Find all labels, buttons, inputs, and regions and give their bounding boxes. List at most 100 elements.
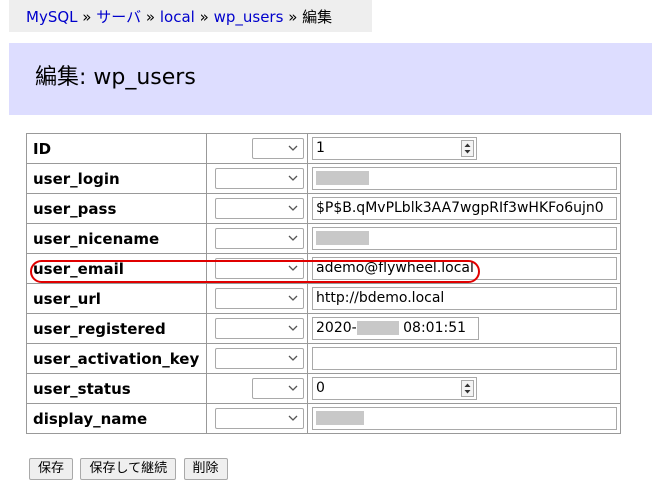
user-activation-key-input[interactable] bbox=[312, 347, 617, 370]
field-row-user-activation-key: user_activation_key bbox=[26, 343, 621, 374]
function-select[interactable] bbox=[215, 228, 304, 249]
chevron-down-icon bbox=[288, 415, 298, 421]
field-value-prefix: 2020- bbox=[316, 320, 357, 336]
function-cell bbox=[206, 343, 308, 374]
function-cell bbox=[206, 253, 308, 284]
field-label: user_email bbox=[26, 253, 207, 284]
user-pass-input[interactable]: $P$B.qMvPLblk3AA7wgpRIf3wHKFo6ujn0 bbox=[312, 197, 617, 220]
page-header: 編集: wp_users bbox=[9, 43, 652, 115]
field-value-suffix: 08:01:51 bbox=[403, 320, 467, 336]
field-row-user-status: user_status 0 bbox=[26, 373, 621, 404]
field-value: 1 bbox=[316, 140, 325, 156]
value-cell: ademo@flywheel.local bbox=[307, 253, 621, 284]
value-cell bbox=[307, 163, 621, 194]
value-cell: 1 bbox=[307, 133, 621, 164]
function-cell bbox=[206, 193, 308, 224]
field-value: ademo@flywheel.local bbox=[316, 260, 474, 276]
field-label: user_activation_key bbox=[26, 343, 207, 374]
field-label: user_pass bbox=[26, 193, 207, 224]
user-login-input[interactable] bbox=[312, 167, 617, 190]
edit-form-table: ID 1 user_login user_pass $P$B.qMvPLblk3AA7w… bbox=[26, 133, 621, 434]
function-select[interactable] bbox=[215, 408, 304, 429]
breadcrumb-separator: » bbox=[199, 8, 209, 26]
function-select[interactable] bbox=[215, 348, 304, 369]
breadcrumb-table[interactable]: wp_users bbox=[214, 8, 284, 26]
breadcrumb-database[interactable]: local bbox=[160, 8, 195, 26]
user-status-input[interactable]: 0 bbox=[312, 377, 477, 400]
form-buttons: 保存 保存して継続 削除 bbox=[29, 458, 231, 480]
user-registered-input[interactable]: 2020- 08:01:51 bbox=[312, 317, 479, 340]
function-select[interactable] bbox=[215, 198, 304, 219]
field-label: user_registered bbox=[26, 313, 207, 344]
value-cell bbox=[307, 403, 621, 434]
field-row-user-pass: user_pass $P$B.qMvPLblk3AA7wgpRIf3wHKFo6u… bbox=[26, 193, 621, 224]
chevron-down-icon bbox=[288, 205, 298, 211]
field-label: display_name bbox=[26, 403, 207, 434]
field-row-user-login: user_login bbox=[26, 163, 621, 194]
function-select[interactable] bbox=[252, 138, 304, 159]
chevron-down-icon bbox=[288, 295, 298, 301]
field-value: http://bdemo.local bbox=[316, 290, 445, 306]
function-select[interactable] bbox=[215, 258, 304, 279]
breadcrumb: MySQL » サーバ » local » wp_users » 編集 bbox=[9, 0, 372, 32]
function-cell bbox=[206, 313, 308, 344]
redacted-block bbox=[316, 171, 369, 185]
function-cell bbox=[206, 133, 308, 164]
value-cell: 0 bbox=[307, 373, 621, 404]
field-row-user-nicename: user_nicename bbox=[26, 223, 621, 254]
field-row-user-url: user_url http://bdemo.local bbox=[26, 283, 621, 314]
user-nicename-input[interactable] bbox=[312, 227, 617, 250]
chevron-down-icon bbox=[288, 325, 298, 331]
chevron-down-icon bbox=[288, 175, 298, 181]
value-cell: http://bdemo.local bbox=[307, 283, 621, 314]
breadcrumb-mysql[interactable]: MySQL bbox=[26, 8, 78, 26]
field-label: user_url bbox=[26, 283, 207, 314]
field-row-user-registered: user_registered 2020- 08:01:51 bbox=[26, 313, 621, 344]
chevron-down-icon bbox=[288, 145, 298, 151]
function-cell bbox=[206, 283, 308, 314]
function-cell bbox=[206, 403, 308, 434]
breadcrumb-separator: » bbox=[82, 8, 92, 26]
breadcrumb-separator: » bbox=[288, 8, 298, 26]
user-url-input[interactable]: http://bdemo.local bbox=[312, 287, 617, 310]
breadcrumb-current: 編集 bbox=[302, 8, 333, 26]
field-value: 0 bbox=[316, 380, 325, 396]
chevron-down-icon bbox=[288, 265, 298, 271]
field-label: user_login bbox=[26, 163, 207, 194]
number-spinner[interactable] bbox=[461, 380, 474, 397]
delete-button[interactable]: 削除 bbox=[183, 458, 228, 480]
value-cell: $P$B.qMvPLblk3AA7wgpRIf3wHKFo6ujn0 bbox=[307, 193, 621, 224]
redacted-block bbox=[356, 321, 399, 335]
field-label: user_nicename bbox=[26, 223, 207, 254]
ID-input[interactable]: 1 bbox=[312, 137, 477, 160]
user-email-input[interactable]: ademo@flywheel.local bbox=[312, 257, 617, 280]
save-continue-button[interactable]: 保存して継続 bbox=[80, 458, 177, 480]
chevron-down-icon bbox=[288, 235, 298, 241]
function-cell bbox=[206, 163, 308, 194]
field-value: $P$B.qMvPLblk3AA7wgpRIf3wHKFo6ujn0 bbox=[316, 200, 604, 216]
number-spinner[interactable] bbox=[461, 140, 474, 157]
function-select[interactable] bbox=[215, 288, 304, 309]
field-label: user_status bbox=[26, 373, 207, 404]
chevron-down-icon bbox=[288, 385, 298, 391]
value-cell: 2020- 08:01:51 bbox=[307, 313, 621, 344]
breadcrumb-server[interactable]: サーバ bbox=[96, 8, 141, 26]
function-select[interactable] bbox=[215, 168, 304, 189]
page-title: 編集: wp_users bbox=[35, 65, 196, 90]
field-row-ID: ID 1 bbox=[26, 133, 621, 164]
function-select[interactable] bbox=[252, 378, 304, 399]
function-cell bbox=[206, 223, 308, 254]
field-label: ID bbox=[26, 133, 207, 164]
breadcrumb-separator: » bbox=[145, 8, 156, 26]
display-name-input[interactable] bbox=[312, 407, 617, 430]
redacted-block bbox=[316, 231, 369, 245]
function-cell bbox=[206, 373, 308, 404]
value-cell bbox=[307, 343, 621, 374]
field-row-user-email: user_email ademo@flywheel.local bbox=[26, 253, 621, 284]
chevron-down-icon bbox=[288, 355, 298, 361]
value-cell bbox=[307, 223, 621, 254]
function-select[interactable] bbox=[215, 318, 304, 339]
field-row-display-name: display_name bbox=[26, 403, 621, 434]
save-button[interactable]: 保存 bbox=[29, 458, 74, 480]
redacted-block bbox=[316, 411, 364, 425]
